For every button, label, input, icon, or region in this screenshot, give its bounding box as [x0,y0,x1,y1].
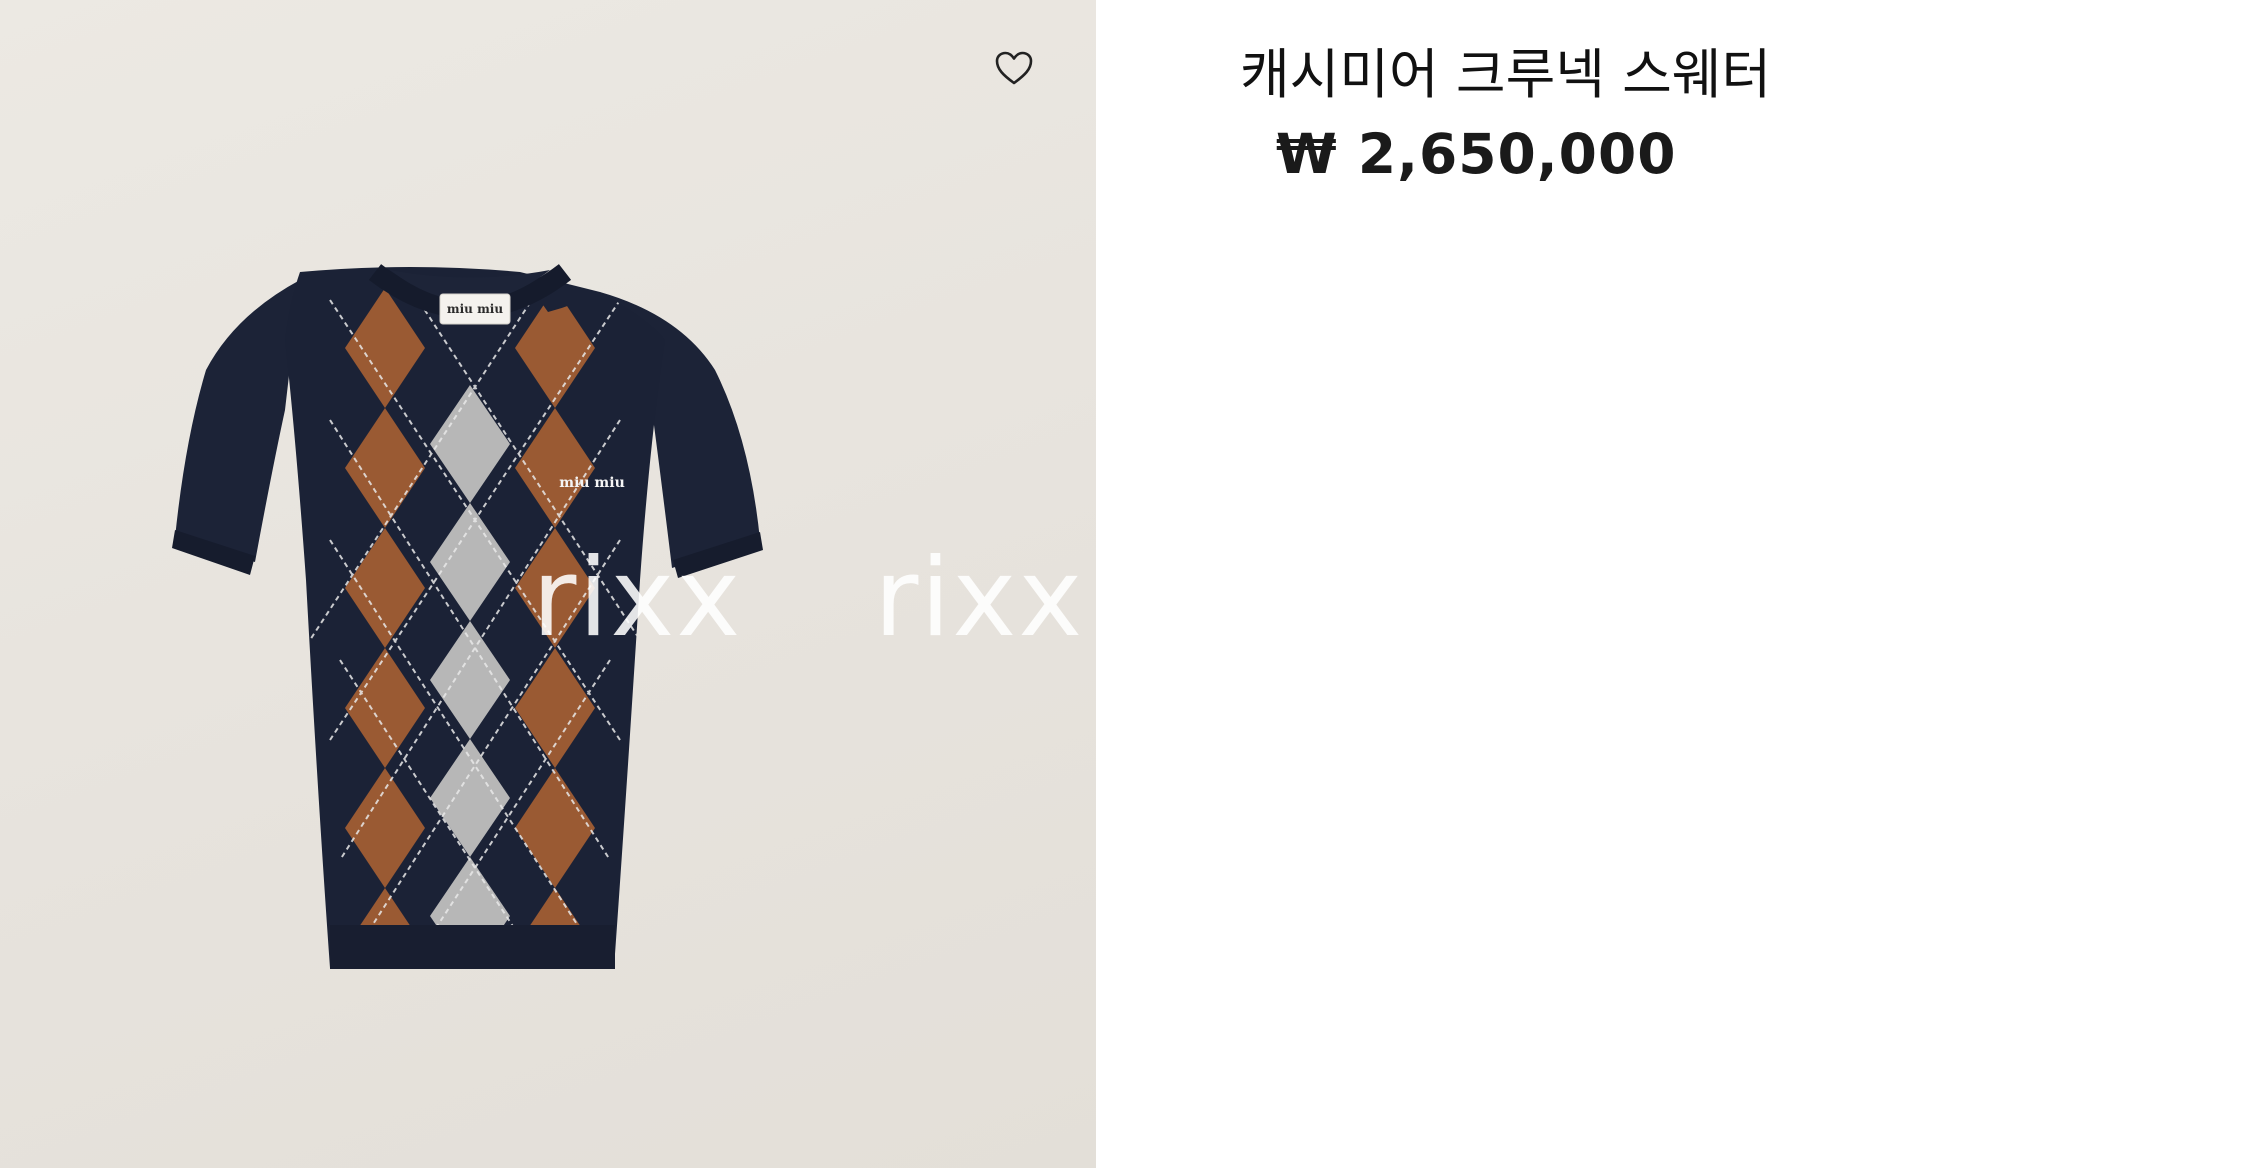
product-title: 캐시미어 크루넥 스웨터 [1240,43,1772,106]
brand-label-text: miu miu [447,302,503,316]
watermark-text-1: rixx [532,536,743,661]
heart-outline-icon [995,51,1033,85]
product-info-panel: 캐시미어 크루넥 스웨터 ₩ 2,650,000 [1096,0,2266,1168]
sweater-left-sleeve [175,280,300,562]
wishlist-button[interactable] [990,44,1038,92]
chest-logo-text: miu miu [559,475,625,491]
product-price: ₩ 2,650,000 [1276,122,1677,186]
product-image-panel[interactable]: miu miu miu miu rixx rixx [0,0,1096,1168]
watermark-text-2: rixx [874,536,1085,661]
